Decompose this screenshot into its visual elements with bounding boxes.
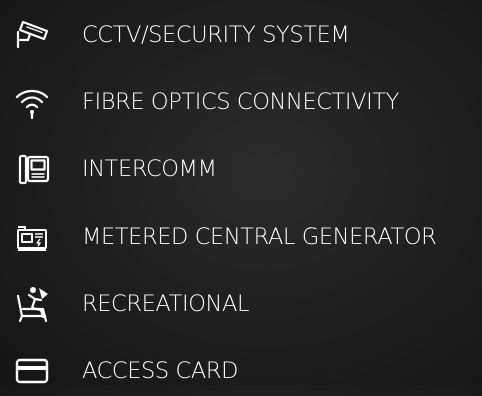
amenity-item-intercom: INTERCOMM (0, 144, 482, 194)
amenity-label: CCTV/SECURITY SYSTEM (82, 22, 350, 48)
lounge-chair-icon (12, 285, 52, 323)
cctv-camera-icon (12, 16, 52, 54)
amenity-label: FIBRE OPTICS CONNECTIVITY (82, 89, 400, 115)
amenity-label: METERED CENTRAL GENERATOR (82, 224, 437, 250)
amenity-list: CCTV/SECURITY SYSTEM FIBRE OPTICS CONNEC… (0, 0, 482, 385)
wifi-icon (12, 83, 52, 121)
generator-icon (12, 218, 52, 256)
amenity-item-recreational: RECREATIONAL (0, 279, 482, 329)
access-card-icon (12, 352, 52, 390)
amenity-item-generator: METERED CENTRAL GENERATOR (0, 212, 482, 262)
amenity-item-cctv: CCTV/SECURITY SYSTEM (0, 10, 482, 60)
amenity-label: INTERCOMM (82, 156, 217, 182)
amenity-item-fibre: FIBRE OPTICS CONNECTIVITY (0, 77, 482, 127)
amenity-item-access-card: ACCESS CARD (0, 346, 482, 396)
intercom-icon (12, 150, 52, 188)
amenity-label: RECREATIONAL (82, 291, 250, 317)
amenity-label: ACCESS CARD (82, 358, 239, 384)
